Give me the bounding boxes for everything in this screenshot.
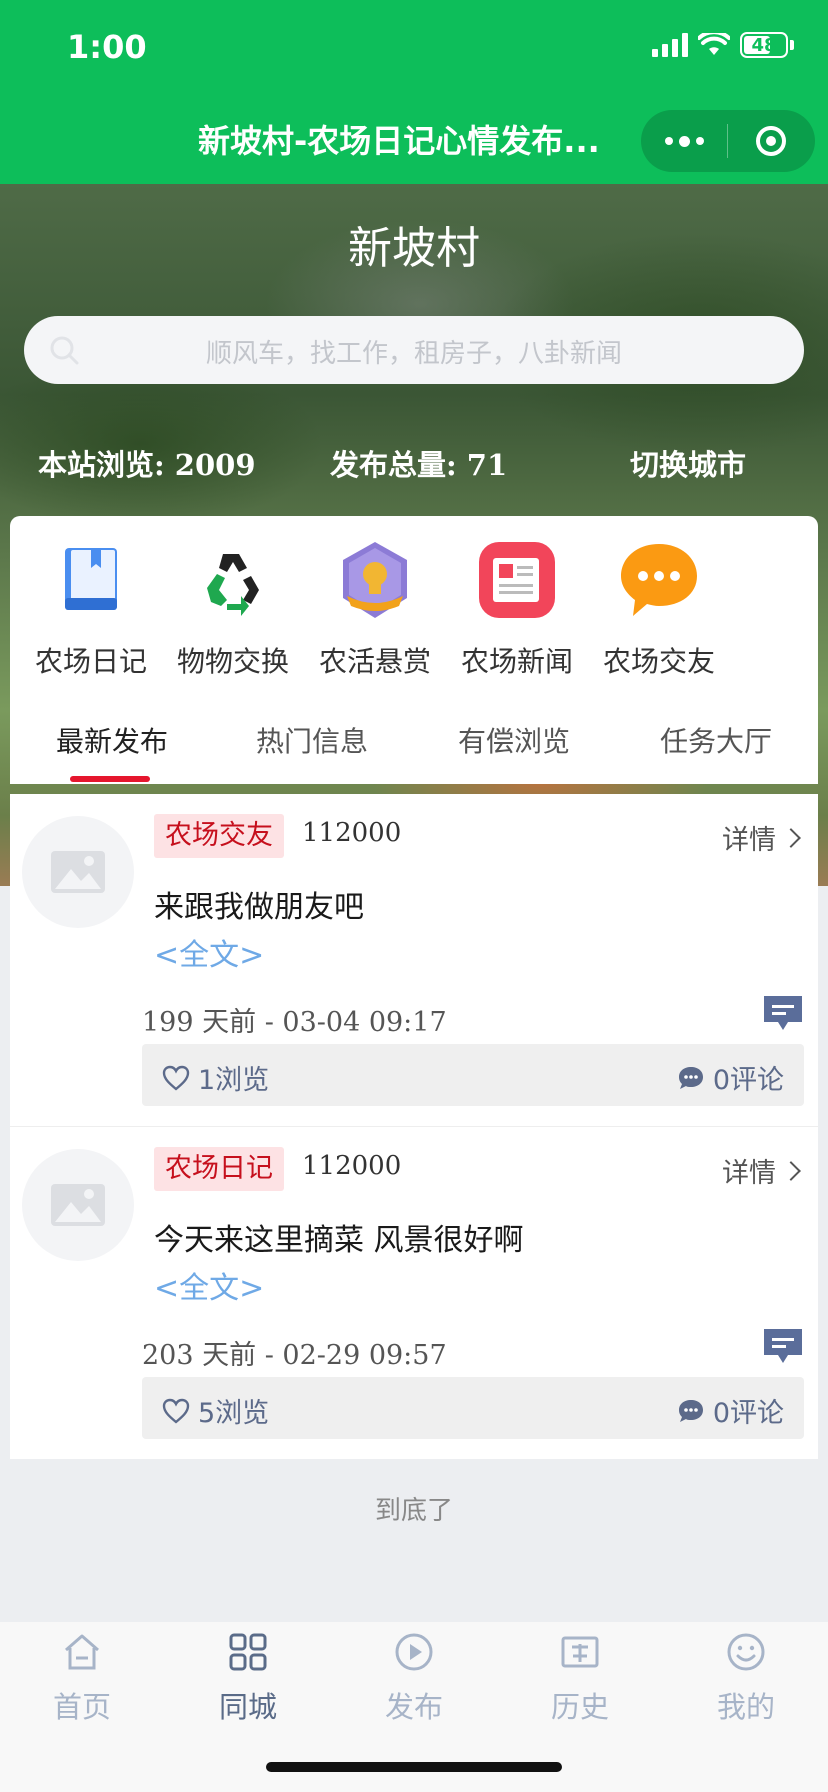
category-label: 农场日记	[34, 645, 147, 678]
tabbar-label: 发布	[384, 1690, 443, 1724]
status-icons: 48	[652, 32, 794, 58]
category-farm-news[interactable]: 农场新闻	[442, 540, 592, 680]
avatar[interactable]	[22, 1149, 134, 1261]
news-icon	[479, 542, 555, 618]
comment-icon[interactable]	[762, 1327, 804, 1365]
post-category-tag: 农场日记	[154, 1147, 284, 1191]
battery-level: 48	[751, 34, 777, 56]
tabbar-item-city[interactable]: 同城	[188, 1632, 308, 1726]
tabbar-label: 同城	[218, 1690, 277, 1724]
post-detail-link[interactable]: 详情	[722, 1151, 801, 1190]
smile-icon	[727, 1633, 765, 1671]
category-label: 农活悬赏	[318, 645, 431, 678]
post-content: 今天来这里摘菜 风景很好啊	[154, 1223, 524, 1258]
detail-label: 详情	[722, 825, 776, 856]
search-placeholder: 顺风车，找工作，租房子，八卦新闻	[205, 339, 622, 369]
comment-icon[interactable]	[762, 994, 804, 1032]
views-stat[interactable]: 5浏览	[162, 1391, 269, 1430]
tab-task-hall[interactable]: 任务大厅	[660, 720, 772, 760]
post-stats-bar: 5浏览 0评论	[142, 1377, 804, 1439]
comments-count: 0评论	[712, 1065, 784, 1096]
grid-icon	[229, 1633, 267, 1671]
full-text-link[interactable]: <全文>	[154, 1263, 264, 1307]
tabbar-label: 我的	[716, 1690, 775, 1724]
active-tab-indicator	[70, 776, 150, 782]
status-time: 1:00	[67, 28, 147, 66]
category-item-exchange[interactable]: 物物交换	[158, 540, 308, 680]
post-detail-link[interactable]: 详情	[722, 818, 801, 857]
post-stats-bar: 1浏览 0评论	[142, 1044, 804, 1106]
image-placeholder-icon	[51, 851, 105, 893]
chevron-right-icon	[781, 1160, 801, 1181]
home-indicator	[266, 1762, 562, 1772]
avatar[interactable]	[22, 816, 134, 928]
badge-icon	[343, 542, 407, 618]
comments-stat[interactable]: 0评论	[677, 1391, 784, 1430]
tabbar-item-publish[interactable]: 发布	[354, 1632, 474, 1726]
post-total-stat: 发布总量: 71	[330, 448, 508, 482]
search-input[interactable]: 顺风车，找工作，租房子，八卦新闻	[24, 316, 804, 384]
tab-paid-browse[interactable]: 有偿浏览	[458, 720, 570, 760]
comment-bubble-icon	[678, 1066, 703, 1089]
feed-tabs: 最新发布 热门信息 有偿浏览 任务大厅	[10, 694, 818, 784]
heart-icon	[162, 1065, 190, 1091]
site-views-stat: 本站浏览: 2009	[38, 448, 256, 482]
views-count: 1浏览	[198, 1065, 270, 1096]
home-icon	[65, 1634, 99, 1670]
more-options-button[interactable]	[641, 110, 727, 172]
tabbar-item-history[interactable]: 历史	[520, 1632, 640, 1726]
target-icon	[756, 126, 786, 156]
comments-count: 0评论	[712, 1398, 784, 1429]
end-of-list-text: 到底了	[374, 1496, 453, 1526]
category-farm-diary[interactable]: 农场日记	[16, 540, 166, 680]
tabbar-item-mine[interactable]: 我的	[686, 1632, 806, 1726]
play-icon	[395, 1633, 433, 1671]
post-card[interactable]: 农场交友 112000 详情 来跟我做朋友吧 <全文> 199 天前 - 03-…	[10, 794, 818, 1126]
views-count: 5浏览	[198, 1398, 270, 1429]
full-text-link[interactable]: <全文>	[154, 930, 264, 974]
comments-stat[interactable]: 0评论	[677, 1058, 784, 1097]
book-icon	[65, 548, 117, 610]
tabbar-label: 历史	[550, 1690, 609, 1724]
recycle-icon	[207, 554, 259, 616]
mini-program-capsule	[641, 110, 815, 172]
battery-icon: 48	[740, 32, 788, 58]
image-placeholder-icon	[51, 1184, 105, 1226]
nav-bar: 新坡村-农场日记心情发布...	[0, 100, 828, 184]
post-timestamp: 203 天前 - 02-29 09:57	[142, 1340, 447, 1371]
comment-bubble-icon	[678, 1399, 703, 1422]
page-title: 新坡村-农场日记心情发布...	[198, 122, 600, 160]
post-content: 来跟我做朋友吧	[154, 890, 364, 925]
category-grid: 农场日记 物物交换 农活悬赏 农场新闻 农场交友	[10, 516, 818, 694]
chevron-right-icon	[781, 827, 801, 848]
village-title: 新坡村	[348, 223, 480, 274]
close-mini-program-button[interactable]	[728, 110, 814, 172]
detail-label: 详情	[722, 1158, 776, 1189]
views-stat[interactable]: 1浏览	[162, 1058, 269, 1097]
post-timestamp: 199 天前 - 03-04 09:17	[142, 1007, 447, 1038]
history-icon	[561, 1636, 599, 1668]
tab-hot[interactable]: 热门信息	[256, 720, 368, 760]
post-card[interactable]: 农场日记 112000 详情 今天来这里摘菜 风景很好啊 <全文> 203 天前…	[10, 1127, 818, 1459]
tab-latest[interactable]: 最新发布	[56, 720, 168, 760]
heart-icon	[162, 1398, 190, 1424]
wifi-icon	[698, 33, 730, 55]
status-bar: 1:00 48	[0, 0, 828, 100]
category-label: 农场交友	[602, 645, 715, 678]
post-number: 112000	[302, 818, 402, 848]
category-label: 农场新闻	[460, 645, 573, 678]
tabbar-item-home[interactable]: 首页	[22, 1632, 142, 1726]
post-number: 112000	[302, 1151, 402, 1181]
post-category-tag: 农场交友	[154, 814, 284, 858]
category-label: 物物交换	[176, 645, 289, 678]
category-farm-bounty[interactable]: 农活悬赏	[300, 540, 450, 680]
category-farm-friends[interactable]: 农场交友	[584, 540, 734, 680]
chat-bubble-icon	[621, 544, 697, 616]
tabbar-label: 首页	[52, 1690, 111, 1724]
signal-icon	[652, 33, 688, 57]
switch-city-button[interactable]: 切换城市	[630, 442, 746, 484]
